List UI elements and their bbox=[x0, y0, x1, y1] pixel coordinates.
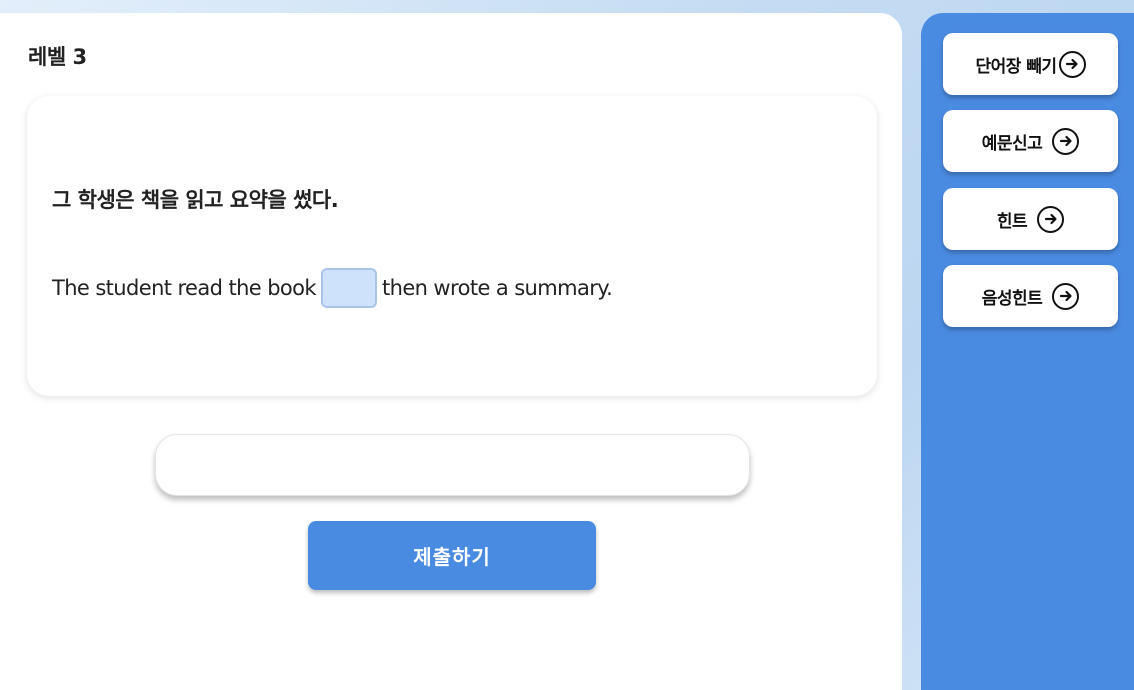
question-card: 그 학생은 책을 읽고 요약을 썼다. The student read the… bbox=[27, 96, 877, 396]
remove-from-wordbook-button[interactable]: 단어장 빼기 bbox=[943, 33, 1118, 95]
english-sentence-before: The student read the book bbox=[52, 276, 317, 300]
audio-hint-label: 음성힌트 bbox=[981, 288, 1043, 309]
submit-button[interactable]: 제출하기 bbox=[308, 521, 596, 590]
report-example-button[interactable]: 예문신고 bbox=[943, 110, 1118, 172]
main-panel: 레벨 3 그 학생은 책을 읽고 요약을 썼다. The student rea… bbox=[0, 13, 902, 690]
english-sentence-after: then wrote a summary. bbox=[381, 276, 613, 300]
english-sentence: The student read the book then wrote a s… bbox=[52, 268, 613, 308]
level-title: 레벨 3 bbox=[28, 45, 87, 69]
arrow-right-circle-icon bbox=[1052, 127, 1080, 155]
arrow-right-circle-icon bbox=[1058, 50, 1086, 78]
answer-input[interactable] bbox=[155, 434, 750, 496]
remove-from-wordbook-label: 단어장 빼기 bbox=[975, 56, 1057, 77]
blank-slot[interactable] bbox=[320, 268, 377, 308]
arrow-right-circle-icon bbox=[1037, 205, 1065, 233]
arrow-right-circle-icon bbox=[1052, 282, 1080, 310]
audio-hint-button[interactable]: 음성힌트 bbox=[943, 265, 1118, 327]
report-example-label: 예문신고 bbox=[981, 133, 1043, 154]
sidebar: 단어장 빼기 예문신고 힌트 음성힌트 bbox=[921, 13, 1134, 690]
hint-label: 힌트 bbox=[996, 211, 1028, 232]
hint-button[interactable]: 힌트 bbox=[943, 188, 1118, 250]
korean-sentence: 그 학생은 책을 읽고 요약을 썼다. bbox=[52, 188, 339, 212]
